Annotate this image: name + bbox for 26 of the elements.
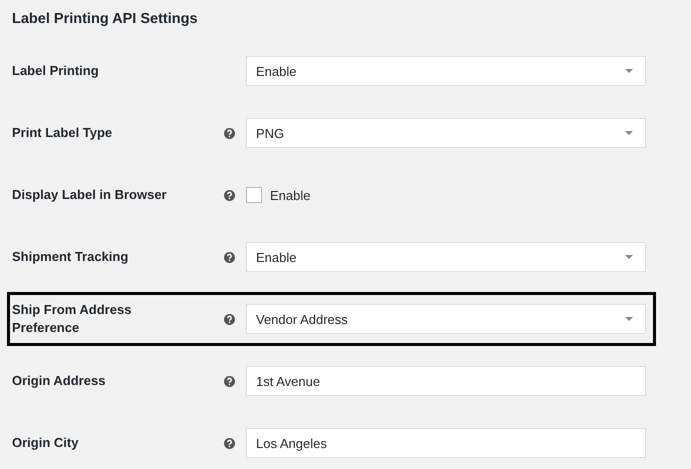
help-icon[interactable] xyxy=(224,438,234,448)
field-label: Ship From Address Preference xyxy=(12,301,132,337)
input-field[interactable]: 1st Avenue xyxy=(246,366,646,396)
help-icon[interactable] xyxy=(224,376,234,386)
field-label: Origin Address xyxy=(12,372,106,390)
checkbox[interactable] xyxy=(246,187,262,203)
caret-icon xyxy=(625,317,633,321)
help-icon[interactable] xyxy=(224,128,234,138)
help-icon[interactable] xyxy=(224,252,234,262)
input-field[interactable]: Los Angeles xyxy=(246,428,646,458)
help-icon[interactable] xyxy=(224,314,234,324)
checkbox-label: Enable xyxy=(270,188,310,202)
dropdown[interactable]: Vendor Address xyxy=(246,304,646,334)
dropdown[interactable]: Enable xyxy=(246,242,646,272)
field-label: Display Label in Browser xyxy=(12,186,168,204)
help-icon[interactable] xyxy=(224,190,234,200)
caret-icon xyxy=(625,255,633,259)
field-label: Shipment Tracking xyxy=(12,248,130,266)
dropdown[interactable]: PNG xyxy=(246,118,646,148)
field-label: Origin City xyxy=(12,434,80,452)
section-title: Label Printing API Settings xyxy=(12,10,199,28)
caret-icon xyxy=(625,69,633,73)
field-label: Print Label Type xyxy=(12,124,114,142)
dropdown[interactable]: Enable xyxy=(246,56,646,86)
caret-icon xyxy=(625,131,633,135)
field-label: Label Printing xyxy=(12,62,100,80)
